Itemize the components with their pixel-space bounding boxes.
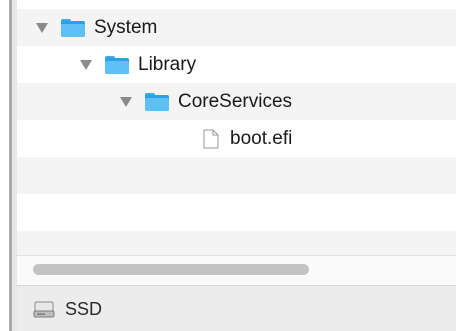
document-icon	[203, 129, 219, 149]
horizontal-scrollbar[interactable]	[17, 255, 456, 285]
tree-row-system[interactable]: System	[17, 9, 456, 46]
folder-icon	[105, 55, 129, 74]
path-bar: SSD	[17, 285, 456, 331]
empty-row	[17, 194, 456, 231]
disk-icon[interactable]	[33, 300, 55, 318]
tree-item-label: Library	[138, 53, 197, 75]
path-item-label[interactable]: SSD	[65, 299, 102, 320]
disclosure-triangle-icon[interactable]	[119, 95, 133, 109]
tree-item-label: System	[94, 16, 158, 38]
disclosure-triangle-icon[interactable]	[79, 58, 93, 72]
scrollbar-thumb[interactable]	[33, 264, 309, 275]
disclosure-triangle-icon[interactable]	[35, 21, 49, 35]
tree-row-library[interactable]: Library	[17, 46, 456, 83]
tree-item-label: CoreServices	[178, 90, 293, 112]
tree-item-label: boot.efi	[230, 127, 293, 149]
empty-row	[17, 157, 456, 194]
tree-row-boot-efi[interactable]: boot.efi	[17, 120, 456, 157]
folder-icon	[61, 18, 85, 37]
tree-row-coreservices[interactable]: CoreServices	[17, 83, 456, 120]
empty-row	[17, 231, 456, 255]
finder-window: System Library CoreServices boot.efi SSD	[9, 0, 456, 331]
folder-icon	[145, 92, 169, 111]
